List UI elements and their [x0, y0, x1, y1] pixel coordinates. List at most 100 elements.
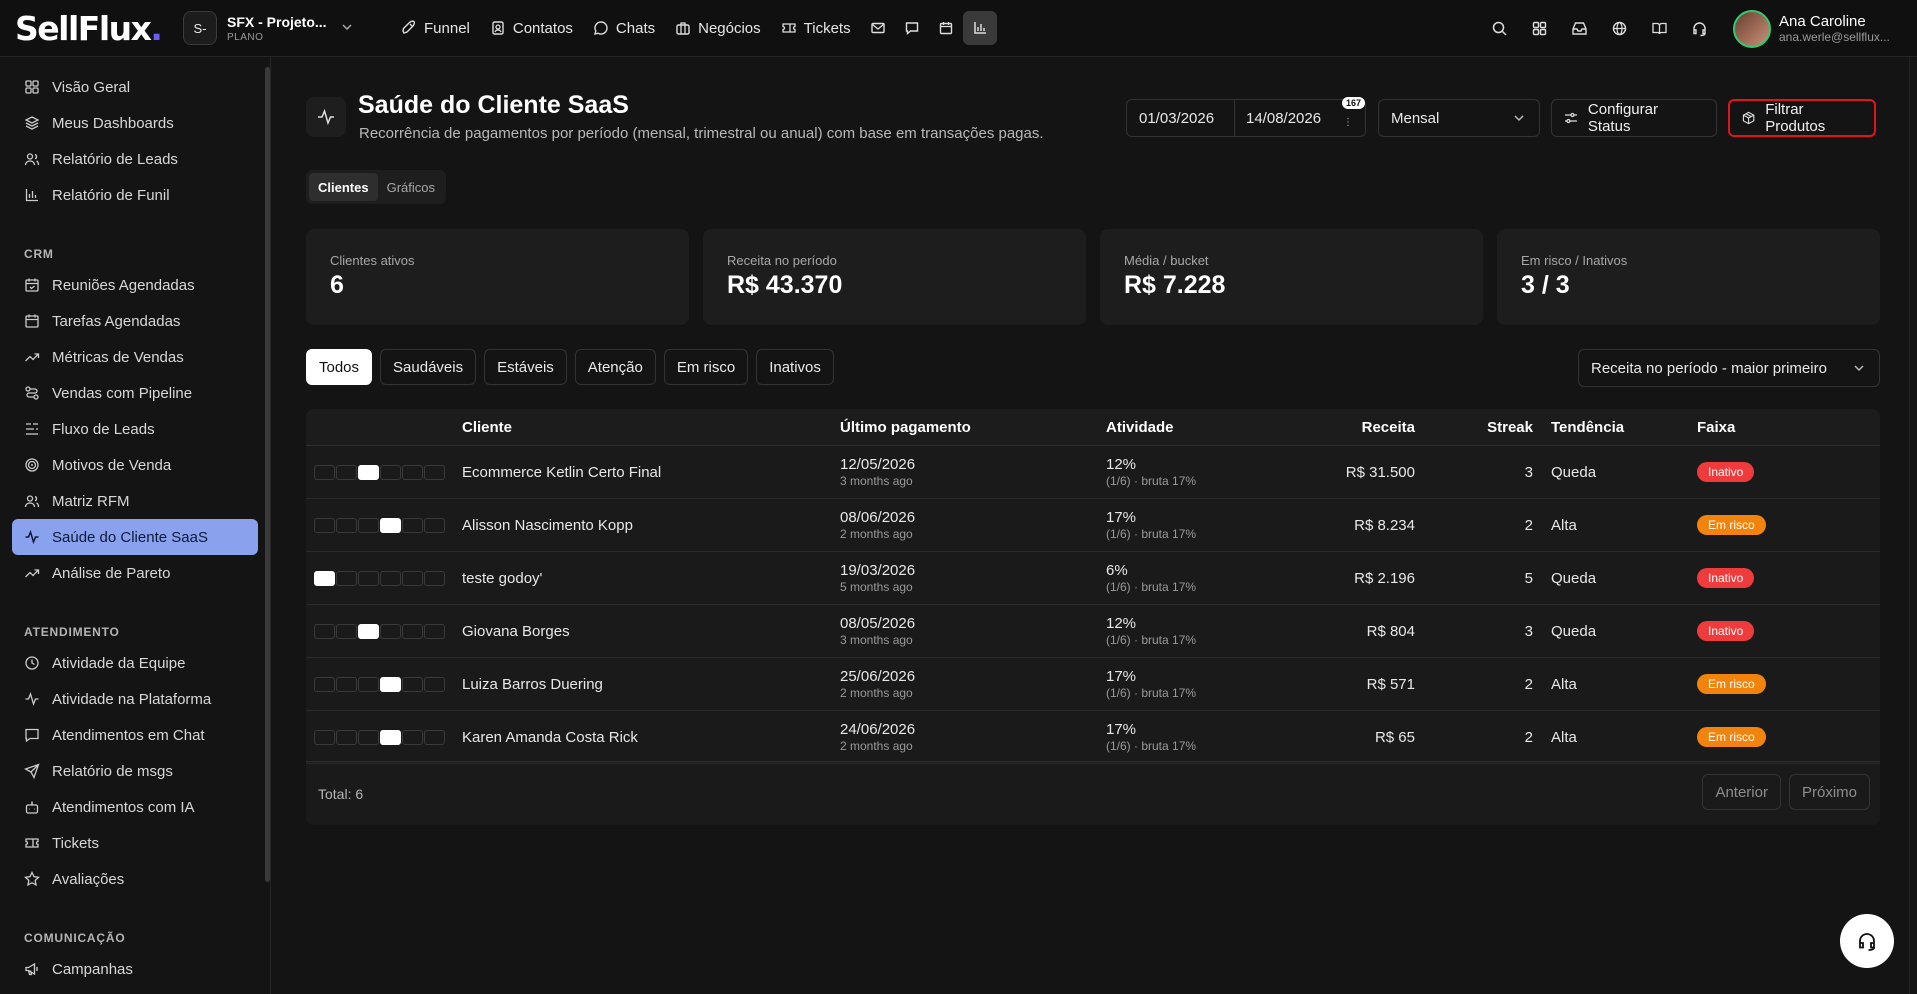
client-name[interactable]: Luiza Barros Duering: [462, 676, 840, 693]
sidebar-item-reunioes-agendadas[interactable]: Reuniões Agendadas: [12, 267, 258, 303]
last-payment-ago: 2 months ago: [840, 527, 913, 541]
client-name[interactable]: Ecommerce Ketlin Certo Final: [462, 464, 840, 481]
sidebar-item-meus-dashboards[interactable]: Meus Dashboards: [12, 105, 258, 141]
table-body: Ecommerce Ketlin Certo Final 12/05/2026 3 …: [306, 446, 1880, 764]
table-row[interactable]: Giovana Borges 08/05/2026 3 months ago 12%(…: [306, 605, 1880, 658]
band: Em risco: [1697, 515, 1847, 535]
nav-chats[interactable]: Chats: [583, 11, 665, 45]
sidebar-item-relatorio-de-msgs[interactable]: Relatório de msgs: [12, 753, 258, 789]
apps-button[interactable]: [1519, 20, 1559, 37]
column-header-ultimo-pagamento[interactable]: Último pagamento: [840, 419, 1106, 436]
next-page-button[interactable]: Próximo: [1788, 774, 1870, 810]
activity-cell: [402, 676, 423, 692]
bar-chart-icon: [25, 189, 38, 202]
date-start[interactable]: 01/03/2026: [1127, 100, 1235, 136]
sort-select[interactable]: Receita no período - maior primeiro: [1578, 349, 1880, 387]
column-header-streak[interactable]: Streak: [1415, 419, 1533, 436]
sidebar-item-tickets[interactable]: Tickets: [12, 825, 258, 861]
help-chat-button[interactable]: [1840, 914, 1894, 968]
activity-cell: [314, 517, 335, 533]
previous-page-button[interactable]: Anterior: [1702, 774, 1781, 810]
sidebar-item-campanhas[interactable]: Campanhas: [12, 951, 258, 987]
support-button[interactable]: [1679, 20, 1719, 37]
table-row[interactable]: Alisson Nascimento Kopp 08/06/2026 2 month…: [306, 499, 1880, 552]
sidebar-item-atividade-da-equipe[interactable]: Atividade da Equipe: [12, 645, 258, 681]
sidebar-item-fluxo-de-leads[interactable]: Fluxo de Leads: [12, 411, 258, 447]
nav-reports-button[interactable]: [962, 11, 997, 45]
sidebar-item-saude-do-cliente-saas[interactable]: Saúde do Cliente SaaS: [12, 519, 258, 555]
more-vertical-icon: ⋮: [1343, 117, 1353, 128]
sidebar-item-matriz-rfm[interactable]: Matriz RFM: [12, 483, 258, 519]
revenue: R$ 8.234: [1354, 516, 1415, 534]
activity-detail: (1/6) · bruta 17%: [1106, 527, 1197, 541]
streak: 3: [1524, 622, 1533, 640]
language-button[interactable]: [1599, 20, 1639, 37]
filter-todos[interactable]: Todos: [306, 349, 373, 385]
column-header-atividade[interactable]: Atividade: [1106, 419, 1266, 436]
sidebar-item-relatorio-de-leads[interactable]: Relatório de Leads: [12, 141, 258, 177]
nav-negocios[interactable]: Negócios: [665, 11, 771, 45]
sidebar-item-atendimentos-com-ia[interactable]: Atendimentos com IA: [12, 789, 258, 825]
nav-tickets[interactable]: Tickets: [771, 11, 861, 45]
column-header-faixa[interactable]: Faixa: [1697, 419, 1847, 436]
chevron-down-icon: [1854, 365, 1864, 372]
client-name[interactable]: teste godoy': [462, 570, 840, 587]
filter-saudaveis[interactable]: Saudáveis: [380, 349, 477, 385]
sidebar-item-visao-geral[interactable]: Visão Geral: [12, 69, 258, 105]
tab-clientes[interactable]: Clientes: [309, 173, 378, 201]
column-header-tendencia[interactable]: Tendência: [1533, 419, 1697, 436]
sidebar-item-vendas-com-pipeline[interactable]: Vendas com Pipeline: [12, 375, 258, 411]
activity-detail: (1/6) · bruta 17%: [1106, 474, 1197, 488]
sidebar: Visão Geral Meus Dashboards Relatório de…: [0, 57, 271, 994]
nav-funnel[interactable]: Funnel: [391, 11, 480, 45]
sidebar-item-tarefas-agendadas[interactable]: Tarefas Agendadas: [12, 303, 258, 339]
period-select[interactable]: Mensal: [1378, 99, 1540, 137]
filter-atencao[interactable]: Atenção: [574, 349, 656, 385]
nav-contatos[interactable]: Contatos: [480, 11, 583, 45]
sidebar-item-atendimentos-em-chat[interactable]: Atendimentos em Chat: [12, 717, 258, 753]
table-row[interactable]: Luiza Barros Duering 25/06/2026 2 months a…: [306, 658, 1880, 711]
inbox-button[interactable]: [1559, 20, 1599, 37]
filter-inativos[interactable]: Inativos: [756, 349, 834, 385]
user-menu[interactable]: Ana Caroline ana.werle@sellflux...: [1733, 9, 1899, 48]
page-scrollbar[interactable]: [1909, 57, 1917, 994]
client-name[interactable]: Alisson Nascimento Kopp: [462, 517, 840, 534]
client-name[interactable]: Karen Amanda Costa Rick: [462, 729, 840, 746]
table-row[interactable]: Karen Amanda Costa Rick 24/06/2026 2 month…: [306, 711, 1880, 764]
calendar-icon: [939, 22, 952, 35]
nav-calendar-button[interactable]: [929, 11, 963, 45]
sidebar-scrollbar[interactable]: [265, 67, 270, 882]
tab-graficos[interactable]: Gráficos: [378, 173, 444, 201]
column-header-receita[interactable]: Receita: [1266, 419, 1415, 436]
kpi-label: Média / bucket: [1124, 253, 1209, 268]
sidebar-item-avaliacoes[interactable]: Avaliações: [12, 861, 258, 897]
table-row[interactable]: Ecommerce Ketlin Certo Final 12/05/2026 3 …: [306, 446, 1880, 499]
sidebar-heading-comunicacao: COMUNICAÇÃO: [24, 931, 126, 945]
nav-message-button[interactable]: [895, 11, 929, 45]
sidebar-item-relatorio-de-funil[interactable]: Relatório de Funil: [12, 177, 258, 213]
nav-mail-button[interactable]: [861, 11, 895, 45]
project-switcher[interactable]: S- SFX - Projeto... PLANO: [183, 11, 373, 45]
filter-products-button[interactable]: Filtrar Produtos: [1728, 99, 1876, 137]
sidebar-item-atividade-na-plataforma[interactable]: Atividade na Plataforma: [12, 681, 258, 717]
column-header-cliente[interactable]: Cliente: [462, 419, 840, 436]
client-name[interactable]: Giovana Borges: [462, 623, 840, 640]
trend-up-icon: [25, 569, 40, 578]
health-filter-chips: Todos Saudáveis Estáveis Atenção Em risc…: [306, 349, 842, 385]
search-button[interactable]: [1479, 20, 1519, 37]
activity-cell: [358, 729, 379, 745]
sidebar-item-analise-de-pareto[interactable]: Análise de Pareto: [12, 555, 258, 591]
date-range-picker[interactable]: 01/03/2026 14/08/2026 167 ⋮: [1126, 97, 1366, 137]
filter-estaveis[interactable]: Estáveis: [484, 349, 567, 385]
docs-button[interactable]: [1639, 20, 1679, 37]
filter-em-risco[interactable]: Em risco: [663, 349, 749, 385]
sellflux-logo[interactable]: SellFlux.: [0, 9, 163, 48]
configure-status-button[interactable]: Configurar Status: [1551, 99, 1717, 137]
table-row[interactable]: teste godoy' 19/03/2026 5 months ago 6% (1/6…: [306, 552, 1880, 605]
sidebar-item-metricas-de-vendas[interactable]: Métricas de Vendas: [12, 339, 258, 375]
revenue: R$ 2.196: [1354, 569, 1415, 587]
activity-cell: [314, 729, 335, 745]
activity-icon: [25, 692, 39, 706]
date-end[interactable]: 14/08/2026: [1235, 110, 1321, 127]
sidebar-item-motivos-de-venda[interactable]: Motivos de Venda: [12, 447, 258, 483]
